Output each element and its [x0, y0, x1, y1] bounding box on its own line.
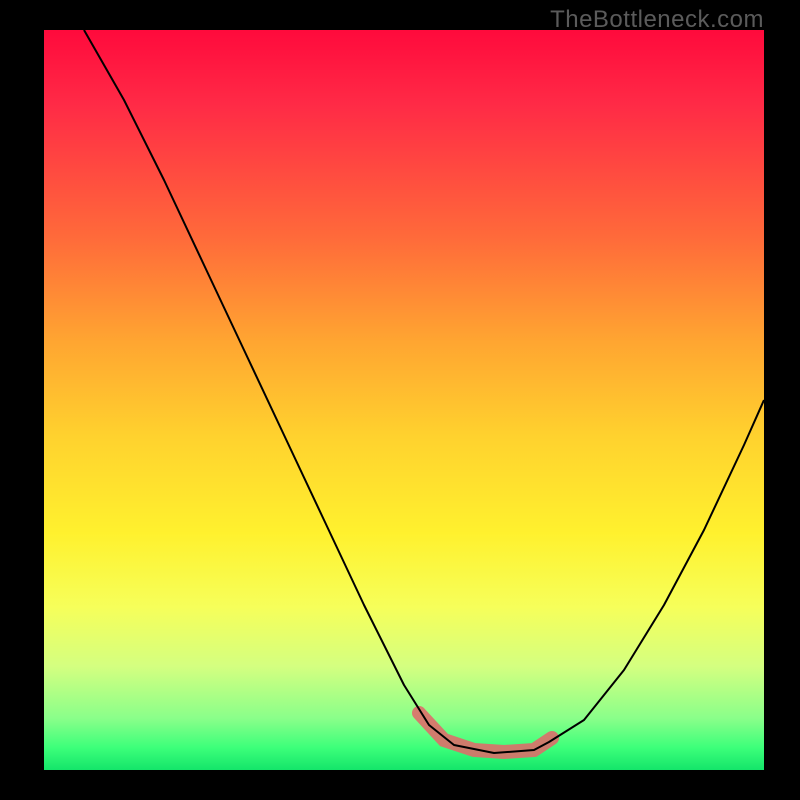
curve-svg [44, 30, 764, 770]
chart-frame: TheBottleneck.com [0, 0, 800, 800]
watermark-text: TheBottleneck.com [550, 6, 764, 34]
plot-area [44, 30, 764, 770]
bottleneck-curve [84, 30, 764, 753]
